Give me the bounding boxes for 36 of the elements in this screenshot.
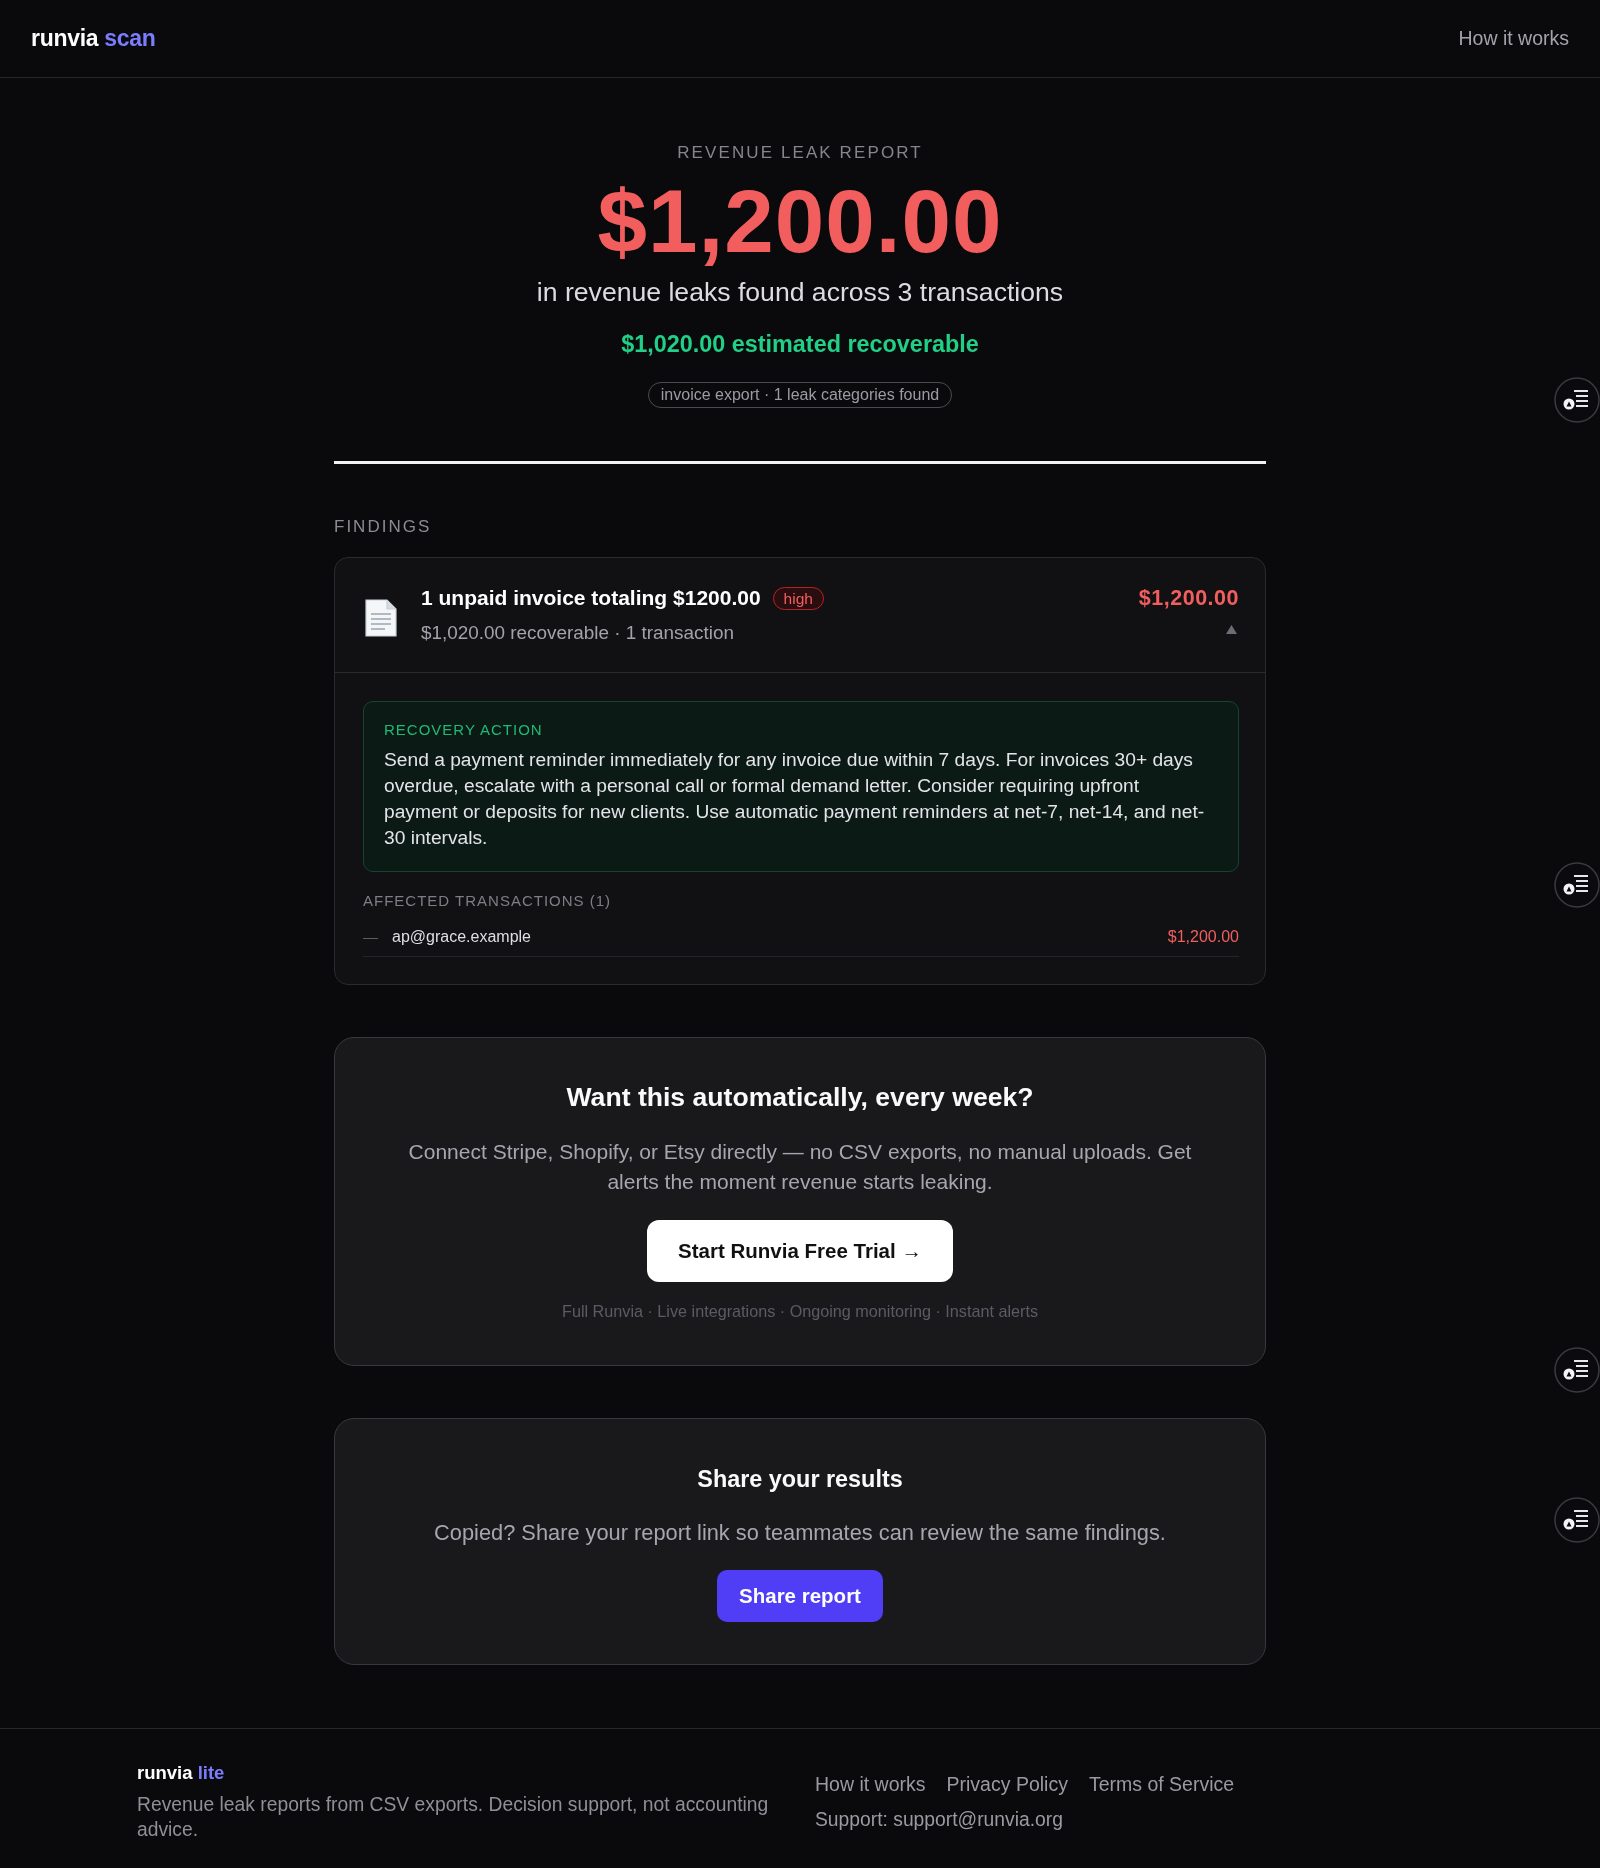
report-eyebrow: REVENUE LEAK REPORT	[677, 143, 923, 163]
list-icon[interactable]	[1554, 377, 1600, 423]
footer-tagline: Revenue leak reports from CSV exports. Decision support, not accounting advice.	[137, 1793, 770, 1842]
row-marker: —	[363, 927, 378, 947]
summary-text: in revenue leaks found across 3 transactions	[536, 277, 1064, 307]
footer-brand: runvia lite	[137, 1762, 225, 1784]
recovery-text: Send a payment reminder immediately for any invoice due within 7 days. For invoices 30+ days overdue, escalate with a personal call or formal demand letter. Consider requiring upfront payment or deposits for new clients. Use automatic payment reminders at net-7, net-14, and net-30 intervals.	[384, 748, 1206, 850]
share-title: Share your results	[697, 1465, 903, 1493]
footer-link[interactable]: Terms of Service	[1088, 1773, 1235, 1795]
support-text: Support: support@runvia.org	[815, 1809, 1063, 1831]
transaction-name: ap@grace.example	[392, 927, 531, 947]
section-heading: FINDINGS	[334, 517, 432, 537]
upgrade-text: Connect Stripe, Shopify, or Etsy directly — no CSV exports, no manual uploads. Get alerts the moment revenue starts leaking.	[407, 1139, 1193, 1195]
share-button[interactable]: Share report	[717, 1570, 883, 1622]
list-icon[interactable]	[1554, 862, 1600, 908]
upgrade-title: Want this automatically, every week?	[566, 1081, 1034, 1113]
affected-heading: AFFECTED TRANSACTIONS (1)	[363, 892, 612, 910]
total-amount: $1,200.00	[597, 177, 1003, 266]
document-icon	[365, 599, 397, 637]
caret-up-icon[interactable]	[1226, 625, 1237, 634]
list-icon[interactable]	[1554, 1497, 1600, 1543]
recovery-label: RECOVERY ACTION	[384, 721, 543, 739]
feature-list: Full Runvia · Live integrations · Ongoing monitoring · Instant alerts	[562, 1302, 1038, 1320]
finding-title: 1 unpaid invoice totaling $1200.00	[421, 585, 761, 611]
transaction-amount: $1,200.00	[1167, 927, 1239, 947]
trial-button[interactable]: Start Runvia Free Trial →	[647, 1220, 953, 1282]
list-icon[interactable]	[1554, 1347, 1600, 1393]
footer-link[interactable]: Privacy Policy	[946, 1773, 1068, 1795]
footer-link[interactable]: How it works	[815, 1773, 926, 1795]
nav-link[interactable]: How it works	[1458, 23, 1569, 54]
recoverable-amount: $1,020.00 estimated recoverable	[621, 330, 979, 358]
share-text: Copied? Share your report link so teammates can review the same findings.	[434, 1519, 1166, 1547]
finding-amount: $1,200.00	[1138, 585, 1239, 611]
logo-link[interactable]: runvia scan	[31, 21, 156, 56]
finding-subtitle: $1,020.00 recoverable · 1 transaction	[421, 621, 734, 645]
severity-tag: high	[772, 586, 824, 610]
